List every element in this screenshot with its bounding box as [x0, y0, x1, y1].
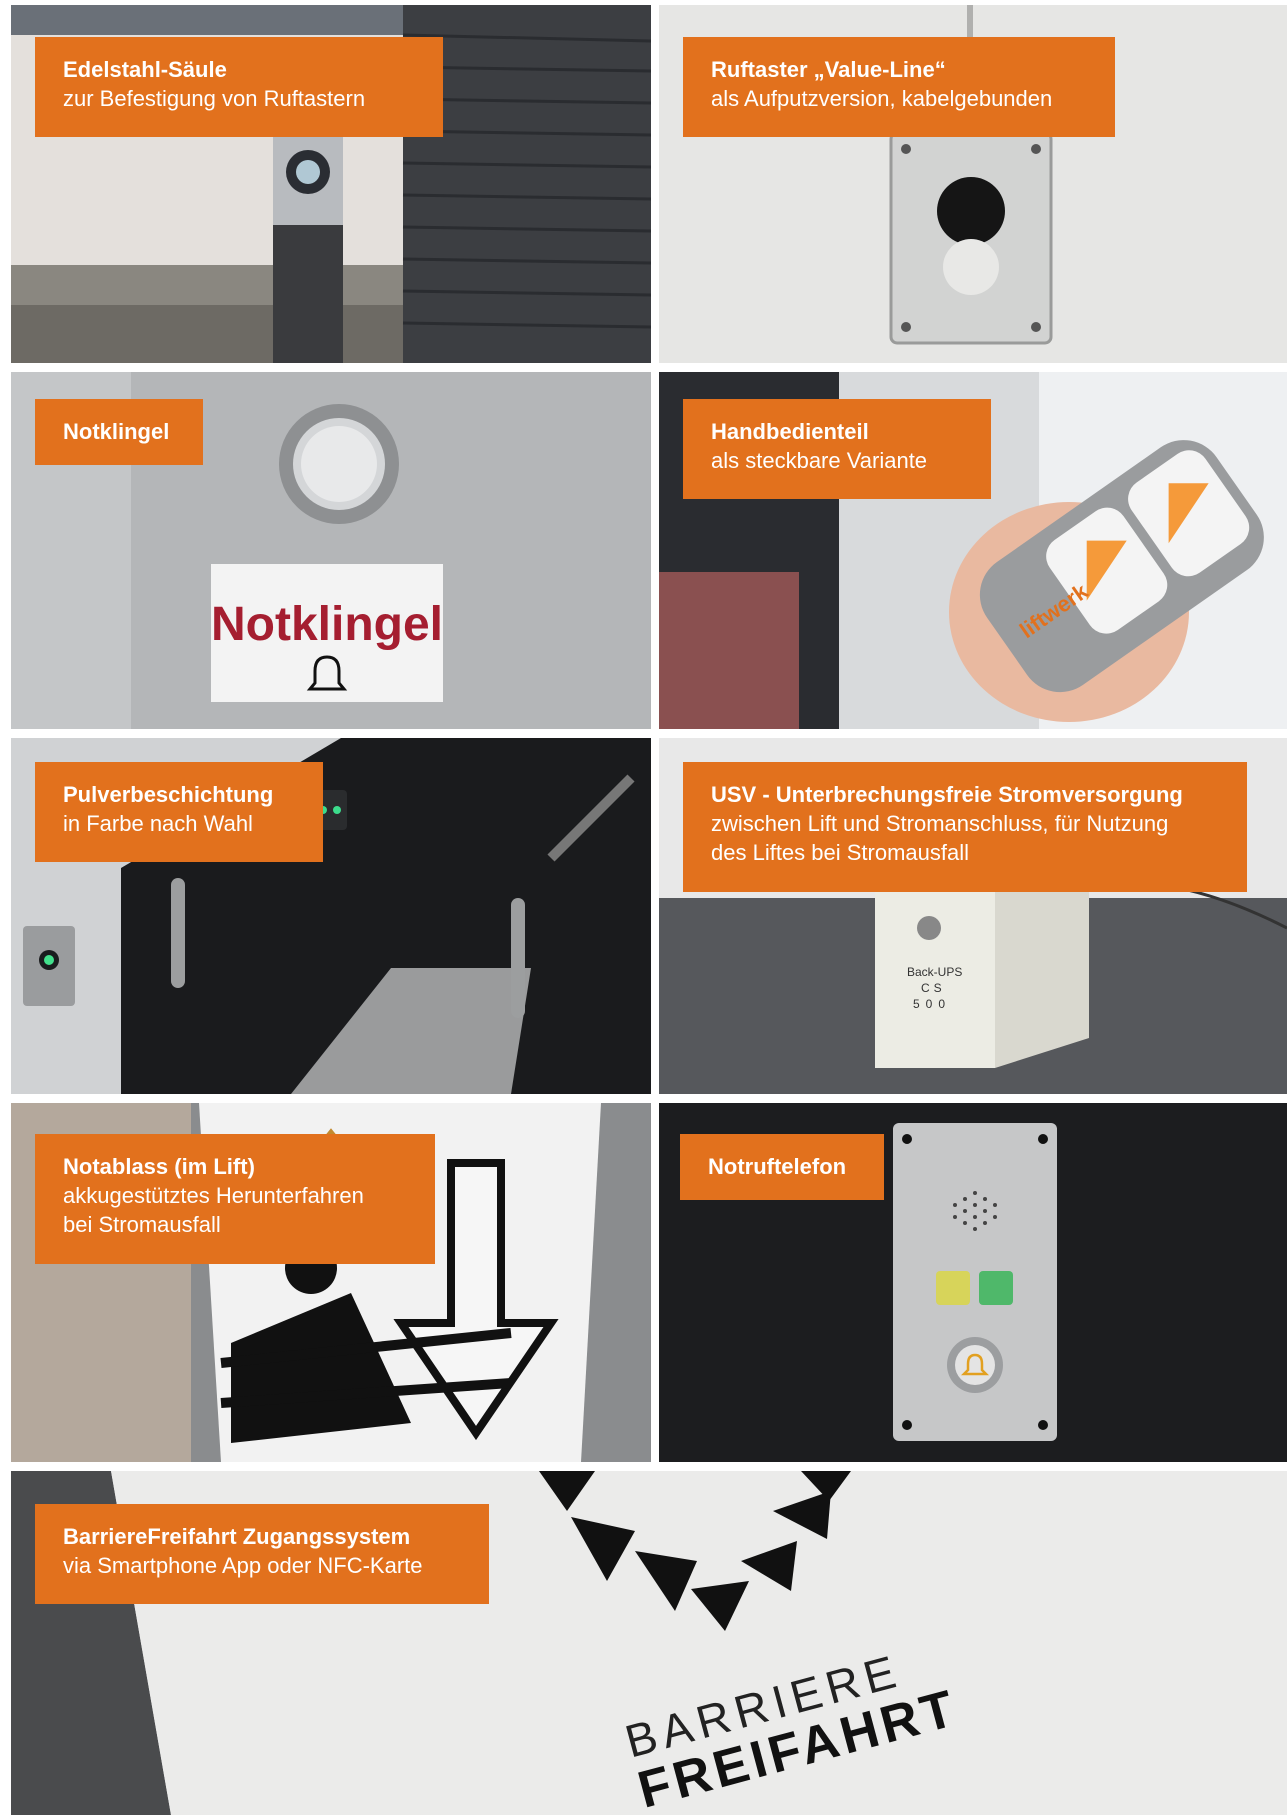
- label-subtitle: in Farbe nach Wahl: [63, 811, 253, 836]
- label-barrierefreifahrt: BarriereFreifahrt Zugangssystem via Smar…: [35, 1504, 489, 1604]
- label-subtitle: als Aufputzversion, kabelgebunden: [711, 86, 1053, 111]
- label-title: Handbedienteil: [711, 419, 869, 444]
- photo-barrierefreifahrt: BARRIERE FREIFAHRT BarriereFreifahrt Zug…: [11, 1471, 1287, 1815]
- label-title: Ruftaster „Value-Line“: [711, 57, 946, 82]
- ups-series-text: CS: [921, 981, 946, 995]
- bell-indicator-icon: [936, 1271, 970, 1305]
- label-title: USV - Unterbrechungsfreie Stromversorgun…: [711, 782, 1183, 807]
- label-title: BarriereFreifahrt Zugangssystem: [63, 1524, 411, 1549]
- photo-handbedienteil: liftwerk Handbedienteil als steckbare Va…: [659, 372, 1287, 729]
- label-ruftaster: Ruftaster „Value-Line“ als Aufputzversio…: [683, 37, 1115, 137]
- label-notablass: Notablass (im Lift) akkugestütztes Herun…: [35, 1134, 435, 1264]
- label-edelstahl-saeule: Edelstahl-Säule zur Befestigung von Ruft…: [35, 37, 443, 137]
- label-pulverbeschichtung: Pulverbeschichtung in Farbe nach Wahl: [35, 762, 323, 862]
- photo-notablass: Notablass (im Lift) akkugestütztes Herun…: [11, 1103, 651, 1462]
- photo-pulverbeschichtung: Pulverbeschichtung in Farbe nach Wahl: [11, 738, 651, 1094]
- label-title: Edelstahl-Säule: [63, 57, 227, 82]
- ups-capacity-text: 500: [913, 997, 951, 1011]
- label-title: Notruftelefon: [708, 1154, 847, 1179]
- photo-ruftaster: Ruftaster „Value-Line“ als Aufputzversio…: [659, 5, 1287, 363]
- label-notklingel: Notklingel: [35, 399, 203, 465]
- notklingel-sign-text: Notklingel: [211, 598, 443, 651]
- photo-edelstahl-saeule: Edelstahl-Säule zur Befestigung von Ruft…: [11, 5, 651, 363]
- label-title: Pulverbeschichtung: [63, 782, 274, 807]
- label-title: Notablass (im Lift): [63, 1154, 255, 1179]
- ups-model-text: Back-UPS: [907, 965, 962, 979]
- call-indicator-icon: [979, 1271, 1013, 1305]
- photo-notklingel: Notklingel Notklingel: [11, 372, 651, 729]
- label-handbedienteil: Handbedienteil als steckbare Variante: [683, 399, 991, 499]
- label-title: Notklingel: [63, 419, 170, 444]
- label-subtitle: zwischen Lift und Stromanschluss, für Nu…: [711, 811, 1169, 865]
- label-notruftelefon: Notruftelefon: [680, 1134, 884, 1200]
- label-subtitle: als steckbare Variante: [711, 448, 928, 473]
- label-usv: USV - Unterbrechungsfreie Stromversorgun…: [683, 762, 1247, 892]
- label-subtitle: akkugestütztes Herunterfahren bei Stroma…: [63, 1183, 364, 1237]
- photo-usv: Back-UPS CS 500 USV - Unterbrechungsfrei…: [659, 738, 1287, 1094]
- photo-notruftelefon: Notruftelefon: [659, 1103, 1287, 1462]
- label-subtitle: via Smartphone App oder NFC-Karte: [63, 1553, 423, 1578]
- label-subtitle: zur Befestigung von Ruftastern: [63, 86, 366, 111]
